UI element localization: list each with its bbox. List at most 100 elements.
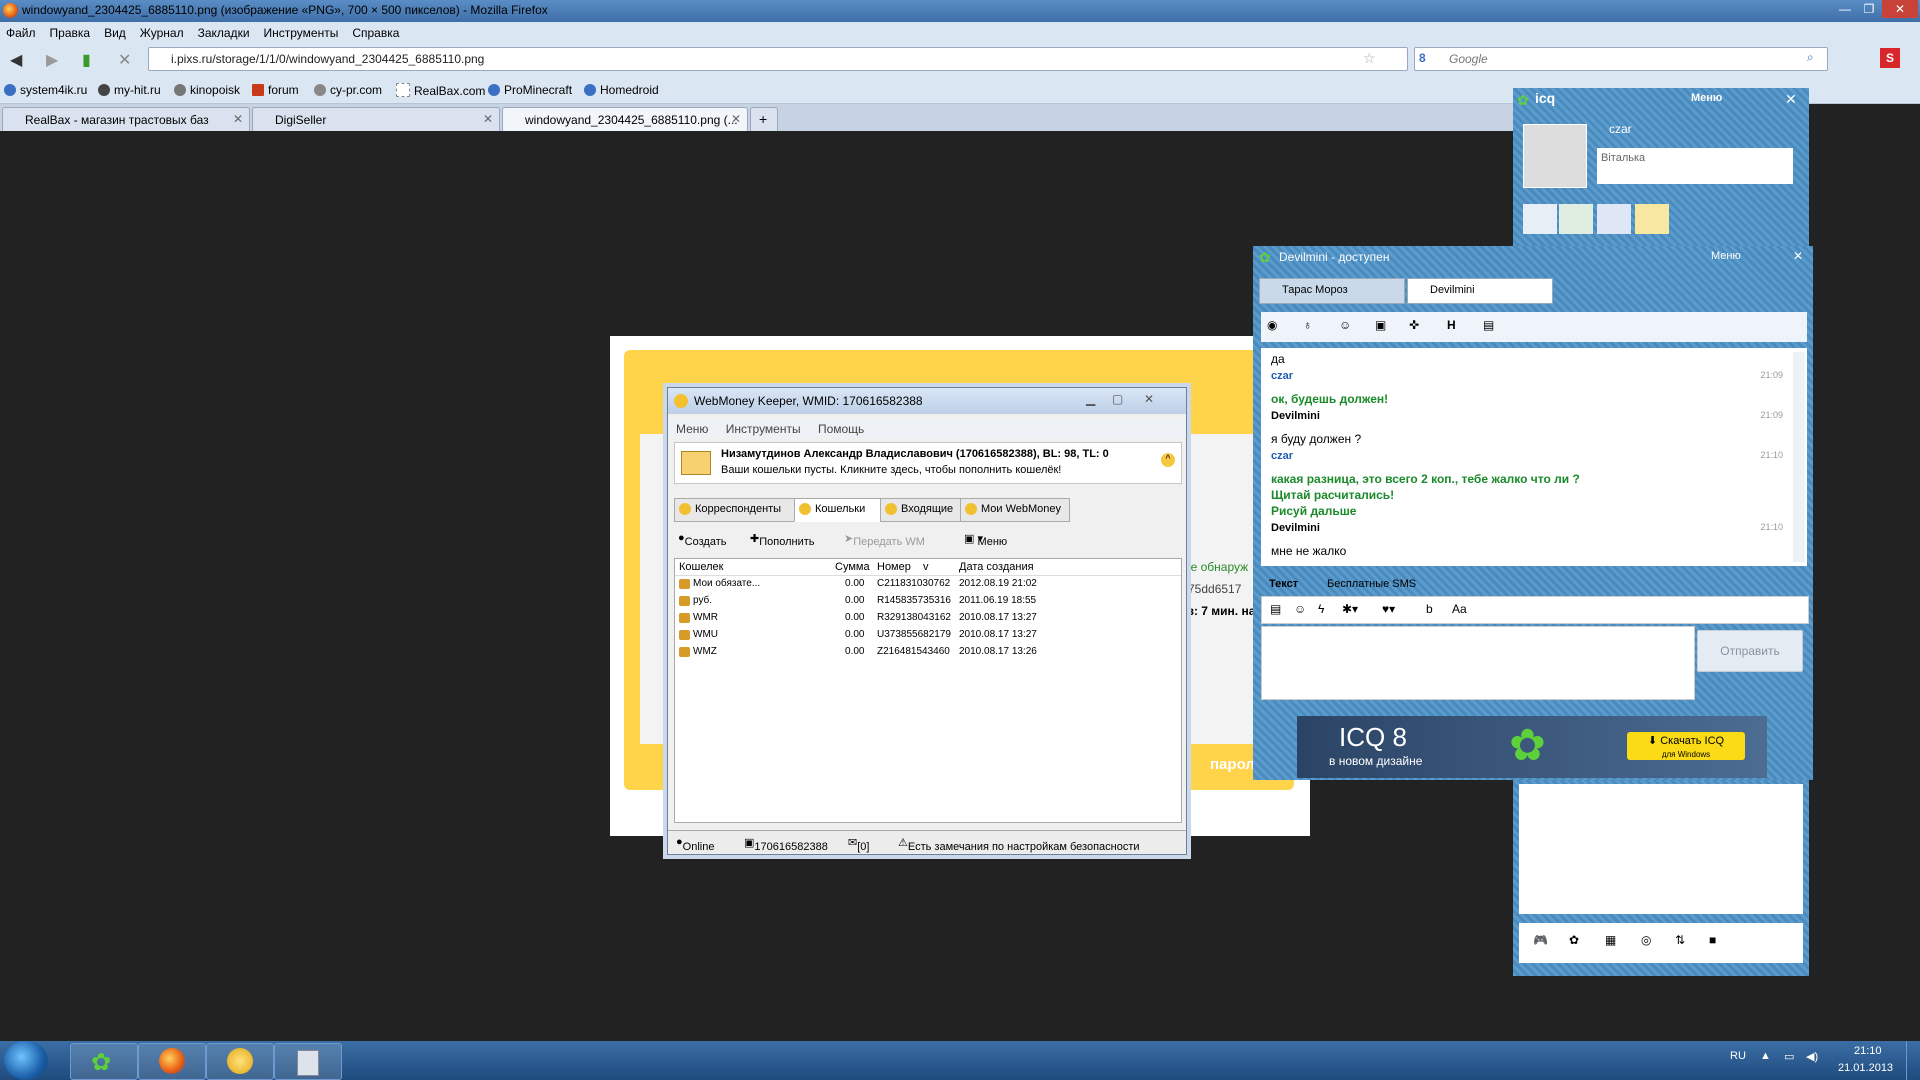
online-status[interactable]: ● Online <box>676 836 714 853</box>
show-desktop-button[interactable] <box>1906 1041 1920 1080</box>
bold-icon[interactable]: b <box>1426 602 1433 616</box>
sticker-icon[interactable]: ♥▾ <box>1382 602 1395 616</box>
sms-icon[interactable] <box>1635 204 1669 234</box>
lightning-icon[interactable]: ϟ <box>1318 602 1324 616</box>
bookmark-item[interactable]: system4ik.ru <box>4 83 87 97</box>
back-icon[interactable]: ◀ <box>10 50 22 70</box>
col-number[interactable]: Номер <box>877 561 911 573</box>
close-button[interactable]: ✕ <box>1793 249 1803 263</box>
wm-menu-item[interactable]: Инструменты <box>726 422 801 436</box>
maximize-button[interactable]: ❐ <box>1858 0 1880 18</box>
collapse-icon[interactable]: ^ <box>1161 453 1175 467</box>
table-row[interactable]: WMR 0.00 R329138043162 2010.08.17 13:27 <box>675 610 1181 627</box>
smile-icon[interactable]: ☺ <box>1294 602 1306 616</box>
tab-realbax[interactable]: RealBax - магазин трастовых баз ✕ <box>2 107 250 132</box>
tab-image[interactable]: windowyand_2304425_6885110.png (... ✕ <box>502 107 748 132</box>
message-input[interactable] <box>1261 626 1695 700</box>
taskbar-calculator[interactable] <box>274 1043 342 1080</box>
new-tab-button[interactable]: + <box>750 107 778 132</box>
chat-tab-taras[interactable]: Тарас Мороз <box>1259 278 1405 304</box>
menu-view[interactable]: Вид <box>104 22 126 44</box>
tab-digiseller[interactable]: DigiSeller ✕ <box>252 107 500 132</box>
close-button[interactable]: ✕ <box>1785 91 1797 108</box>
close-tab-icon[interactable]: ✕ <box>233 112 243 126</box>
send-wm-button[interactable]: ➤ Передать WM <box>844 532 925 548</box>
bookmark-item[interactable]: kinopoisk <box>174 83 240 97</box>
bookmark-item[interactable]: forum <box>252 83 299 97</box>
wm-menu-item[interactable]: Помощь <box>818 422 864 436</box>
table-row[interactable]: руб. 0.00 R145835735316 2011.06.19 18:55 <box>675 593 1181 610</box>
send-button[interactable]: Отправить <box>1697 630 1803 672</box>
stop-icon[interactable]: ✕ <box>118 50 131 70</box>
bookmark-item[interactable]: RealBax.com <box>396 83 485 98</box>
menu-bookmarks[interactable]: Закладки <box>198 22 250 44</box>
tab-purses[interactable]: Кошельки <box>794 498 882 522</box>
table-row[interactable]: Мои обязате... 0.00 C211831030762 2012.08.1… <box>675 576 1181 593</box>
tab-my-webmoney[interactable]: Мои WebMoney <box>960 498 1070 522</box>
language-indicator[interactable]: RU <box>1730 1050 1746 1062</box>
minimize-button[interactable]: ▁ <box>1086 392 1095 406</box>
history-scrollbar[interactable] <box>1793 352 1805 562</box>
taskbar-icq[interactable]: ✿ <box>70 1043 138 1080</box>
maximize-button[interactable]: ▢ <box>1112 392 1123 406</box>
addon-s-icon[interactable]: S <box>1880 48 1900 68</box>
address-bar[interactable]: i.pixs.ru/storage/1/1/0/windowyand_23044… <box>148 47 1408 71</box>
messages-count[interactable]: ✉ [0] <box>848 836 869 853</box>
status-message-field[interactable]: Вiталька <box>1597 148 1793 184</box>
avatar[interactable] <box>1523 124 1587 188</box>
mic-icon[interactable]: ♁ <box>1303 318 1312 332</box>
menu-tools[interactable]: Инструменты <box>264 22 339 44</box>
clock-date[interactable]: 21.01.2013 <box>1838 1062 1893 1074</box>
table-row[interactable]: WMZ 0.00 Z216481543460 2010.08.17 13:26 <box>675 644 1181 661</box>
clock-time[interactable]: 21:10 <box>1854 1045 1882 1057</box>
add-contact-icon[interactable]: ✿ <box>1569 933 1579 947</box>
start-button[interactable] <box>4 1041 48 1080</box>
menu-edit[interactable]: Правка <box>50 22 91 44</box>
taskbar-firefox[interactable] <box>138 1043 206 1080</box>
users-icon[interactable]: ☺ <box>1339 318 1351 332</box>
minimize-button[interactable]: — <box>1834 0 1856 18</box>
wm-user-message[interactable]: Ваши кошельки пусты. Кликните здесь, что… <box>721 464 1061 476</box>
star-icon[interactable]: ☆ <box>1363 50 1376 67</box>
col-sum[interactable]: Сумма <box>835 561 870 573</box>
menu-help[interactable]: Справка <box>352 22 399 44</box>
security-warning[interactable]: ⚠ Есть замечания по настройкам безопасно… <box>898 836 1140 853</box>
chat-tab-devilmini[interactable]: Devilmini <box>1407 278 1553 304</box>
phone-icon[interactable] <box>1559 204 1593 234</box>
contacts-icon[interactable] <box>1523 204 1557 234</box>
history-icon[interactable]: H <box>1447 318 1456 332</box>
menu-file[interactable]: Файл <box>6 22 36 44</box>
bookmark-item[interactable]: my-hit.ru <box>98 83 161 97</box>
network-icon[interactable]: ▭ <box>1784 1050 1794 1063</box>
close-tab-icon[interactable]: ✕ <box>483 112 493 126</box>
file-icon[interactable]: ▤ <box>1270 602 1281 616</box>
col-date[interactable]: Дата создания <box>959 561 1034 573</box>
bookmark-item[interactable]: cy-pr.com <box>314 83 382 97</box>
tab-sms[interactable]: Бесплатные SMS <box>1327 578 1416 590</box>
close-button[interactable]: ✕ <box>1144 392 1154 406</box>
forward-icon[interactable]: ▶ <box>46 50 58 70</box>
sort-icon[interactable]: ⇅ <box>1675 933 1685 947</box>
tab-text[interactable]: Текст <box>1269 578 1298 590</box>
game-icon[interactable]: ✜ <box>1409 318 1419 332</box>
camera-icon[interactable]: ■ <box>1709 933 1716 947</box>
download-icq-button[interactable]: ⬇ Скачать ICQ для Windows <box>1627 732 1745 760</box>
create-button[interactable]: ● Создать <box>678 532 726 548</box>
contact-list-area[interactable] <box>1519 784 1803 914</box>
icq-username[interactable]: czar <box>1609 122 1632 136</box>
wmid-status[interactable]: ▣ 170616582388 <box>744 836 828 853</box>
flag-icon[interactable] <box>1597 204 1631 234</box>
menu-history[interactable]: Журнал <box>140 22 184 44</box>
picture-icon[interactable]: ▣ <box>1375 318 1386 332</box>
chat-menu-button[interactable]: Меню <box>1711 250 1741 262</box>
wm-menu-item[interactable]: Меню <box>676 422 708 436</box>
taskbar-webmoney[interactable] <box>206 1043 274 1080</box>
top-up-button[interactable]: ✚ Пополнить <box>750 532 814 548</box>
tray-expand-icon[interactable]: ▲ <box>1760 1050 1771 1062</box>
contact-card-icon[interactable]: ▤ <box>1483 318 1494 332</box>
gift-icon[interactable]: ✱▾ <box>1342 602 1358 616</box>
close-button[interactable]: ✕ <box>1882 0 1918 18</box>
close-tab-icon[interactable]: ✕ <box>731 112 741 126</box>
volume-icon[interactable]: ◀) <box>1806 1050 1818 1063</box>
game-icon[interactable]: 🎮 <box>1533 933 1548 947</box>
